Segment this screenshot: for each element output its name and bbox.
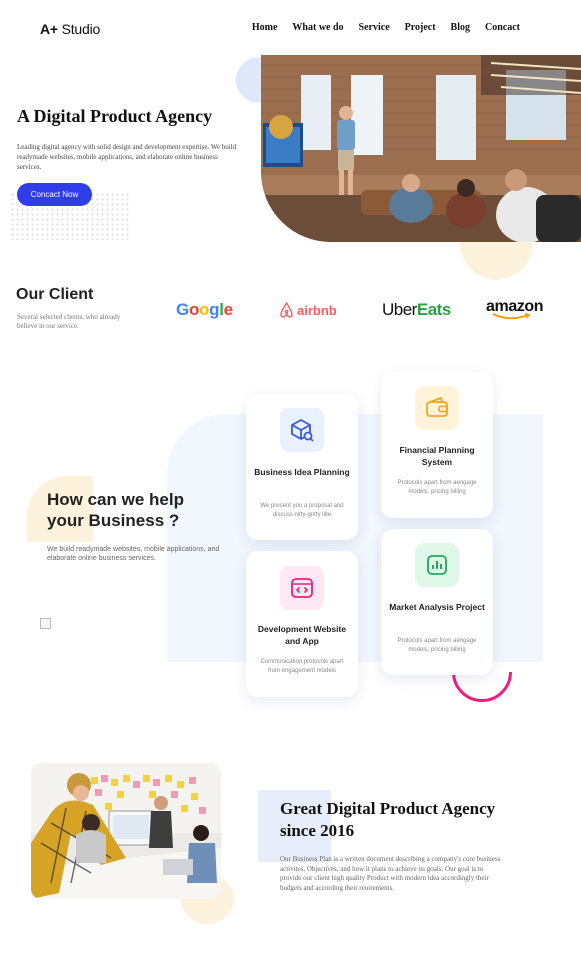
nav-contact[interactable]: Concact bbox=[485, 22, 520, 33]
card-description: We present you a proposal and discuss ni… bbox=[260, 503, 344, 518]
nav-home[interactable]: Home bbox=[252, 22, 278, 33]
services-description: We build readymade websites, mobile appl… bbox=[47, 546, 220, 563]
brand-logo[interactable]: A+ Studio bbox=[40, 21, 100, 37]
nav-service[interactable]: Service bbox=[359, 22, 390, 33]
services-title: How can we help your Business ? bbox=[47, 490, 184, 532]
services-title-line2: your Business ? bbox=[47, 510, 180, 530]
code-window-icon bbox=[280, 566, 324, 610]
google-letter-o1: o bbox=[188, 300, 200, 319]
service-card-market-analysis[interactable]: Market Analysis Project Protocols apart … bbox=[381, 529, 493, 675]
service-card-development[interactable]: Development Website and App Communicatio… bbox=[246, 551, 358, 697]
card-title: Market Analysis Project bbox=[389, 602, 485, 612]
amazon-logo: amazon bbox=[486, 298, 544, 320]
service-card-financial[interactable]: Financial Planning System Protocols apar… bbox=[381, 372, 493, 518]
card-description: Protocols apart from aengage models, pri… bbox=[397, 480, 477, 495]
clients-description: Several selected clients, who already be… bbox=[17, 313, 121, 331]
hero-description: Leading digital agency with solid design… bbox=[17, 143, 237, 171]
airbnb-icon bbox=[280, 302, 293, 318]
nav-what-we-do[interactable]: What we do bbox=[292, 22, 343, 33]
chart-icon bbox=[415, 543, 459, 587]
card-description: Communication protocols apart from engag… bbox=[260, 659, 344, 674]
eats-wordmark: Eats bbox=[416, 300, 451, 319]
google-letter-e: e bbox=[223, 300, 233, 319]
google-letter-g2: g bbox=[209, 300, 220, 319]
service-card-business-idea[interactable]: Business Idea Planning We present you a … bbox=[246, 394, 358, 540]
services-title-line1: How can we help bbox=[47, 490, 184, 509]
google-logo: Google bbox=[176, 300, 233, 320]
nav-project[interactable]: Project bbox=[405, 22, 436, 33]
card-description: Protocols apart from aengage models, pri… bbox=[397, 638, 477, 653]
google-letter-o2: o bbox=[199, 300, 210, 319]
hero-image bbox=[261, 55, 581, 242]
about-description: Our Business Plan is a written document … bbox=[280, 855, 501, 892]
logo-mark: A+ bbox=[40, 21, 58, 37]
card-title: Financial Planning System bbox=[399, 445, 475, 467]
wallet-icon bbox=[415, 386, 459, 430]
card-title: Development Website and App bbox=[257, 624, 347, 646]
google-letter-g: G bbox=[176, 300, 189, 319]
main-nav: Home What we do Service Project Blog Con… bbox=[252, 22, 520, 33]
amazon-smile-icon bbox=[492, 313, 531, 320]
contact-now-button[interactable]: Concact Now bbox=[17, 183, 92, 206]
about-title: Great Digital Product Agency since 2016 bbox=[280, 799, 496, 841]
box-search-icon bbox=[280, 408, 324, 452]
airbnb-logo: airbnb bbox=[279, 302, 337, 318]
clients-title: Our Client bbox=[16, 286, 94, 303]
logo-text: Studio bbox=[57, 21, 101, 37]
uber-eats-logo: UberEats bbox=[382, 300, 451, 320]
uber-wordmark: Uber bbox=[382, 300, 417, 319]
nav-blog[interactable]: Blog bbox=[451, 22, 470, 33]
broken-image-icon bbox=[40, 618, 51, 629]
about-image bbox=[31, 763, 221, 899]
hero-title: A Digital Product Agency bbox=[17, 106, 213, 126]
airbnb-wordmark: airbnb bbox=[297, 302, 337, 318]
card-title: Business Idea Planning bbox=[254, 467, 350, 477]
